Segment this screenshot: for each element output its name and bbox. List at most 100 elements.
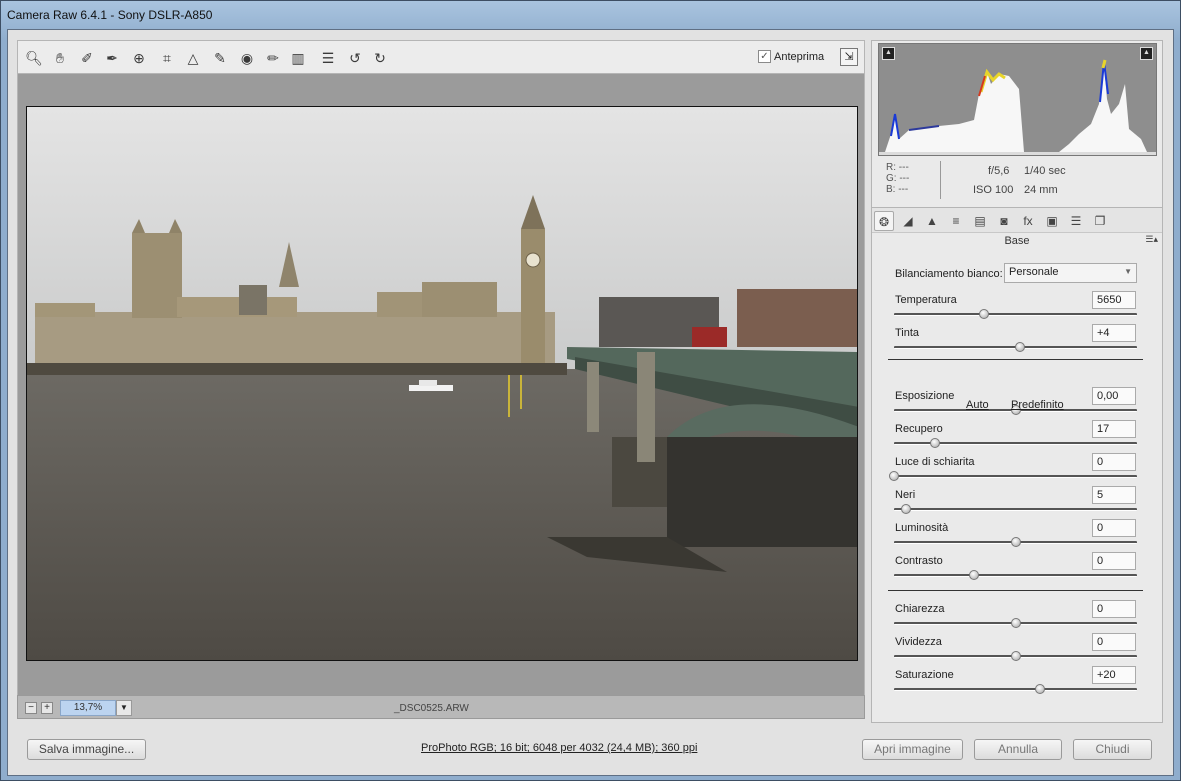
- fill-light-slider-thumb[interactable]: [889, 471, 899, 481]
- dialog-client: 🔍︎ ✋︎ ✐ ✒ ⊕ ⌗ △ ✎ ◉ ✏ ▥ ☰ ↺ ↻ ✓ Anteprim…: [7, 29, 1174, 776]
- zoom-dropdown-icon[interactable]: ▼: [116, 700, 132, 716]
- tab-camera-calibration-icon[interactable]: ▣: [1042, 211, 1062, 231]
- contrast-label: Contrasto: [895, 555, 943, 567]
- camera-raw-window: Camera Raw 6.4.1 - Sony DSLR-A850 🔍︎ ✋︎ …: [0, 0, 1181, 781]
- tab-lens-corrections-icon[interactable]: ◙: [994, 211, 1014, 231]
- exposure-value-field[interactable]: 0,00: [1092, 387, 1136, 405]
- white-balance-label: Bilanciamento bianco:: [895, 268, 1003, 280]
- white-balance-tool-icon[interactable]: ✐: [78, 49, 96, 67]
- vibrance-slider-thumb[interactable]: [1010, 651, 1021, 661]
- preferences-icon[interactable]: ☰: [319, 49, 337, 67]
- contrast-value-field[interactable]: 0: [1092, 552, 1136, 570]
- tint-value-field[interactable]: +4: [1092, 324, 1136, 342]
- panel-tabs: ❂ ◢ ▲ ≡ ▤ ◙ fx ▣ ☰ ❐: [872, 207, 1162, 233]
- preview-photo: [26, 106, 858, 661]
- tab-tone-curve-icon[interactable]: ◢: [898, 211, 918, 231]
- graduated-filter-icon[interactable]: ▥: [289, 49, 307, 67]
- zoom-bar: − + 13,7% ▼ _DSC0525.ARW: [17, 695, 865, 719]
- image-canvas[interactable]: [17, 74, 865, 695]
- b-readout: B: ---: [886, 184, 909, 195]
- red-eye-icon[interactable]: ◉: [238, 49, 256, 67]
- aperture: f/5,6: [988, 165, 1010, 177]
- spot-removal-icon[interactable]: ✎: [211, 49, 229, 67]
- targeted-adjustment-icon[interactable]: ⊕: [130, 49, 148, 67]
- preview-checkbox[interactable]: ✓: [758, 50, 771, 63]
- zoom-level-field[interactable]: 13,7%: [60, 700, 116, 716]
- workflow-options-link[interactable]: ProPhoto RGB; 16 bit; 6048 per 4032 (24,…: [421, 742, 697, 754]
- zoom-out-button[interactable]: −: [25, 702, 37, 714]
- tab-effects-icon[interactable]: fx: [1018, 211, 1038, 231]
- highlight-clipping-button[interactable]: ▲: [1140, 47, 1153, 60]
- cancel-button[interactable]: Annulla: [974, 739, 1062, 760]
- crop-tool-icon[interactable]: ⌗: [158, 49, 176, 67]
- contrast-slider[interactable]: [894, 570, 1137, 580]
- tint-slider[interactable]: [894, 342, 1137, 352]
- hand-tool-icon[interactable]: ✋︎: [51, 49, 69, 67]
- fullscreen-icon[interactable]: ⇲: [840, 48, 858, 66]
- tab-detail-icon[interactable]: ▲: [922, 211, 942, 231]
- preview-toggle[interactable]: ✓ Anteprima: [758, 50, 824, 63]
- panel-menu-icon[interactable]: ☰▴: [1145, 234, 1158, 245]
- exposure-label: Esposizione: [895, 390, 955, 402]
- zoom-tool-icon[interactable]: 🔍︎: [25, 49, 43, 67]
- rotate-right-icon[interactable]: ↻: [371, 49, 389, 67]
- save-image-button[interactable]: Salva immagine...: [27, 739, 146, 760]
- tab-presets-icon[interactable]: ☰: [1066, 211, 1086, 231]
- photo-westminster: [27, 107, 857, 660]
- clarity-value-field[interactable]: 0: [1092, 600, 1136, 618]
- color-sampler-icon[interactable]: ✒: [103, 49, 121, 67]
- tint-label: Tinta: [895, 327, 920, 339]
- tab-split-toning-icon[interactable]: ▤: [970, 211, 990, 231]
- saturation-value-field[interactable]: +20: [1092, 666, 1136, 684]
- tint-slider-thumb[interactable]: [1015, 342, 1026, 352]
- recovery-value-field[interactable]: 17: [1092, 420, 1136, 438]
- temperature-value-field[interactable]: 5650: [1092, 291, 1136, 309]
- temperature-slider[interactable]: [894, 309, 1137, 319]
- blacks-slider[interactable]: [894, 504, 1137, 514]
- divider: [888, 359, 1143, 360]
- fill-light-slider[interactable]: [889, 471, 1137, 481]
- temperature-slider-thumb[interactable]: [978, 309, 989, 319]
- adjustment-brush-icon[interactable]: ✏: [264, 49, 282, 67]
- blacks-slider-thumb[interactable]: [901, 504, 912, 514]
- recovery-slider[interactable]: [894, 438, 1137, 448]
- white-balance-select[interactable]: Personale ▼: [1004, 263, 1137, 283]
- shadow-clipping-button[interactable]: ▲: [882, 47, 895, 60]
- iso: ISO 100: [973, 184, 1014, 196]
- info-readout: R: --- G: --- B: --- f/5,6 1/40 sec ISO …: [878, 158, 1157, 206]
- zoom-in-button[interactable]: +: [41, 702, 53, 714]
- shutter-speed: 1/40 sec: [1024, 165, 1066, 177]
- clarity-slider[interactable]: [894, 618, 1137, 628]
- straighten-tool-icon[interactable]: △: [184, 49, 202, 67]
- g-readout: G: ---: [886, 173, 910, 184]
- blacks-value-field[interactable]: 5: [1092, 486, 1136, 504]
- brightness-value-field[interactable]: 0: [1092, 519, 1136, 537]
- clarity-slider-thumb[interactable]: [1010, 618, 1021, 628]
- title-bar[interactable]: Camera Raw 6.4.1 - Sony DSLR-A850: [1, 1, 1180, 29]
- brightness-slider[interactable]: [894, 537, 1137, 547]
- auto-link[interactable]: Auto: [966, 399, 989, 411]
- clarity-label: Chiarezza: [895, 603, 945, 615]
- vibrance-slider[interactable]: [894, 651, 1137, 661]
- open-image-button[interactable]: Apri immagine: [862, 739, 963, 760]
- recovery-slider-thumb[interactable]: [930, 438, 941, 448]
- default-link[interactable]: Predefinito: [1011, 399, 1064, 411]
- vibrance-value-field[interactable]: 0: [1092, 633, 1136, 651]
- contrast-slider-thumb[interactable]: [969, 570, 980, 580]
- rgb-readout: R: --- G: --- B: ---: [886, 162, 909, 195]
- brightness-label: Luminosità: [895, 522, 949, 534]
- saturation-slider-thumb[interactable]: [1034, 684, 1045, 694]
- tab-hsl-icon[interactable]: ≡: [946, 211, 966, 231]
- saturation-slider[interactable]: [894, 684, 1137, 694]
- rotate-left-icon[interactable]: ↺: [346, 49, 364, 67]
- tab-snapshots-icon[interactable]: ❐: [1090, 211, 1110, 231]
- histogram: ▲ ▲: [878, 43, 1157, 156]
- tab-basic-icon[interactable]: ❂: [874, 211, 894, 231]
- fill-light-label: Luce di schiarita: [895, 456, 975, 468]
- done-button[interactable]: Chiudi: [1073, 739, 1152, 760]
- brightness-slider-thumb[interactable]: [1010, 537, 1021, 547]
- focal-length: 24 mm: [1024, 184, 1058, 196]
- section-title: Base: [1004, 235, 1030, 247]
- fill-light-value-field[interactable]: 0: [1092, 453, 1136, 471]
- blacks-label: Neri: [895, 489, 916, 501]
